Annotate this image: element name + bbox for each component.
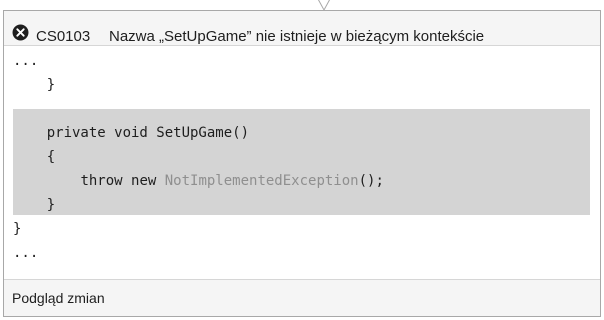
code-line: ... xyxy=(13,245,39,261)
quick-action-preview-popup: CS0103 Nazwa „SetUpGame” nie istnieje w … xyxy=(3,10,601,317)
error-circle-x-icon xyxy=(12,24,29,41)
code-preview: ... } private void SetUpGame() { throw n… xyxy=(4,51,600,279)
code-line: ... xyxy=(13,53,39,69)
error-header: CS0103 Nazwa „SetUpGame” nie istnieje w … xyxy=(4,11,600,46)
preview-changes-label: Podgląd zmian xyxy=(12,290,105,306)
code-line: } xyxy=(46,197,56,213)
error-code: CS0103 xyxy=(36,28,91,45)
error-message: Nazwa „SetUpGame” nie istnieje w bieżący… xyxy=(109,28,485,45)
code-line: } xyxy=(13,221,22,237)
preview-changes-link[interactable]: Podgląd zmian xyxy=(4,279,600,316)
code-line: { xyxy=(46,149,56,165)
code-line: } xyxy=(46,77,56,93)
code-line: throw new NotImplementedException(); xyxy=(80,173,384,189)
code-line: private void SetUpGame() xyxy=(46,125,250,141)
type-name-token: NotImplementedException xyxy=(164,173,359,189)
